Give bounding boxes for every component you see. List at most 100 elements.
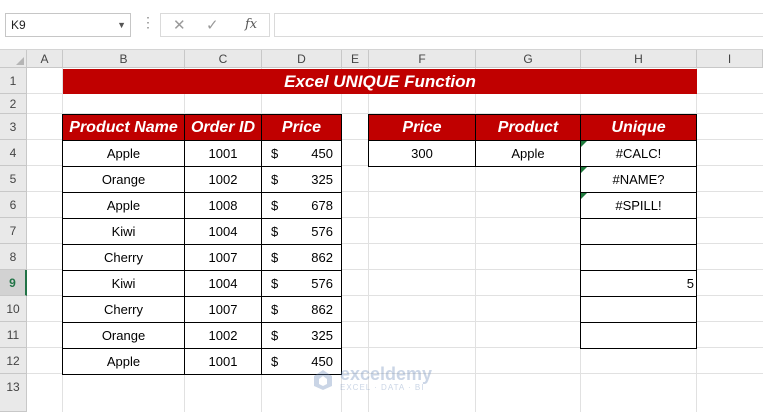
price-cell[interactable]: $862	[261, 244, 342, 271]
product-cell[interactable]: Orange	[62, 166, 185, 193]
price-value: 862	[311, 302, 333, 317]
price-value: 576	[311, 276, 333, 291]
currency-symbol: $	[271, 302, 279, 317]
insert-function-icon[interactable]: fx	[245, 17, 257, 32]
formula-bar: K9 ▼ ⋮ ✕ ✓ fx	[0, 0, 763, 50]
product-cell[interactable]: Kiwi	[62, 218, 185, 245]
header-product-name[interactable]: Product Name	[62, 114, 185, 141]
row-header-8[interactable]: 8	[0, 244, 27, 270]
currency-symbol: $	[271, 276, 279, 291]
product-cell[interactable]: Kiwi	[62, 270, 185, 297]
price-cell[interactable]: $862	[261, 296, 342, 323]
formula-buttons: ✕ ✓ fx	[160, 13, 270, 37]
column-header-h[interactable]: H	[581, 50, 697, 68]
column-header-a[interactable]: A	[27, 50, 63, 68]
row-header-10[interactable]: 10	[0, 296, 27, 322]
order-id-cell[interactable]: 1008	[184, 192, 262, 219]
row-header-1[interactable]: 1	[0, 68, 27, 94]
unique-value: #CALC!	[615, 146, 662, 161]
row-header-7[interactable]: 7	[0, 218, 27, 244]
more-options-icon[interactable]: ⋮	[141, 14, 155, 31]
currency-symbol: $	[271, 328, 279, 343]
row-header-9[interactable]: 9	[0, 270, 27, 296]
order-id-cell[interactable]: 1004	[184, 218, 262, 245]
price-cell[interactable]: $325	[261, 322, 342, 349]
column-header-d[interactable]: D	[262, 50, 342, 68]
price-value: 678	[311, 198, 333, 213]
price-value: 325	[311, 328, 333, 343]
column-header-b[interactable]: B	[63, 50, 185, 68]
unique-cell[interactable]	[580, 296, 697, 323]
currency-symbol: $	[271, 250, 279, 265]
order-id-cell[interactable]: 1001	[184, 348, 262, 375]
product-cell[interactable]: Orange	[62, 322, 185, 349]
unique-cell[interactable]	[580, 244, 697, 271]
unique-cell[interactable]: #SPILL!	[580, 192, 697, 219]
price-cell[interactable]: $450	[261, 140, 342, 167]
row-header-4[interactable]: 4	[0, 140, 27, 166]
header-unique[interactable]: Unique	[580, 114, 697, 141]
header-order-id[interactable]: Order ID	[184, 114, 262, 141]
row-header-5[interactable]: 5	[0, 166, 27, 192]
unique-cell[interactable]	[580, 322, 697, 349]
unique-cell[interactable]: 5	[580, 270, 697, 297]
unique-value: #NAME?	[612, 172, 665, 187]
order-id-cell[interactable]: 1007	[184, 296, 262, 323]
row-header-13[interactable]: 13	[0, 374, 27, 412]
column-header-g[interactable]: G	[476, 50, 581, 68]
currency-symbol: $	[271, 354, 279, 369]
row-header-6[interactable]: 6	[0, 192, 27, 218]
price-cell[interactable]: $576	[261, 270, 342, 297]
currency-symbol: $	[271, 224, 279, 239]
exceldemy-logo-icon	[314, 369, 332, 390]
order-id-cell[interactable]: 1002	[184, 166, 262, 193]
product-cell[interactable]: Cherry	[62, 296, 185, 323]
exceldemy-watermark: exceldemy EXCEL · DATA · BI	[310, 365, 432, 392]
order-id-cell[interactable]: 1004	[184, 270, 262, 297]
header-criteria-price[interactable]: Price	[368, 114, 476, 141]
criteria-product-cell[interactable]: Apple	[475, 140, 581, 167]
select-all-button[interactable]	[0, 50, 27, 68]
product-cell[interactable]: Cherry	[62, 244, 185, 271]
select-all-icon	[16, 57, 24, 65]
watermark-brand: exceldemy	[340, 364, 433, 384]
formula-input[interactable]	[274, 13, 763, 37]
product-cell[interactable]: Apple	[62, 140, 185, 167]
column-header-c[interactable]: C	[185, 50, 262, 68]
header-price[interactable]: Price	[261, 114, 342, 141]
worksheet[interactable]: A B C D E F G H I 1 2 3 4 5 6 7 8 9 10 1…	[0, 50, 763, 412]
product-cell[interactable]: Apple	[62, 348, 185, 375]
criteria-price-cell[interactable]: 300	[368, 140, 476, 167]
error-indicator-icon	[581, 193, 587, 199]
product-cell[interactable]: Apple	[62, 192, 185, 219]
price-cell[interactable]: $678	[261, 192, 342, 219]
row-header-3[interactable]: 3	[0, 114, 27, 140]
currency-symbol: $	[271, 146, 279, 161]
column-header-e[interactable]: E	[342, 50, 369, 68]
header-criteria-product[interactable]: Product	[475, 114, 581, 141]
unique-cell[interactable]: #NAME?	[580, 166, 697, 193]
order-id-cell[interactable]: 1001	[184, 140, 262, 167]
price-cell[interactable]: $576	[261, 218, 342, 245]
error-indicator-icon	[581, 167, 587, 173]
chevron-down-icon[interactable]: ▼	[117, 14, 126, 36]
order-id-cell[interactable]: 1007	[184, 244, 262, 271]
name-box[interactable]: K9 ▼	[5, 13, 131, 37]
column-header-i[interactable]: I	[697, 50, 763, 68]
row-header-12[interactable]: 12	[0, 348, 27, 374]
price-value: 862	[311, 250, 333, 265]
row-header-2[interactable]: 2	[0, 94, 27, 114]
enter-icon[interactable]: ✓	[206, 16, 219, 34]
name-box-value: K9	[11, 18, 26, 32]
sheet-title[interactable]: Excel UNIQUE Function	[63, 69, 697, 94]
unique-cell[interactable]	[580, 218, 697, 245]
row-header-11[interactable]: 11	[0, 322, 27, 348]
currency-symbol: $	[271, 172, 279, 187]
order-id-cell[interactable]: 1002	[184, 322, 262, 349]
price-value: 576	[311, 224, 333, 239]
price-cell[interactable]: $325	[261, 166, 342, 193]
cancel-icon[interactable]: ✕	[173, 16, 186, 34]
column-header-f[interactable]: F	[369, 50, 476, 68]
unique-cell[interactable]: #CALC!	[580, 140, 697, 167]
currency-symbol: $	[271, 198, 279, 213]
